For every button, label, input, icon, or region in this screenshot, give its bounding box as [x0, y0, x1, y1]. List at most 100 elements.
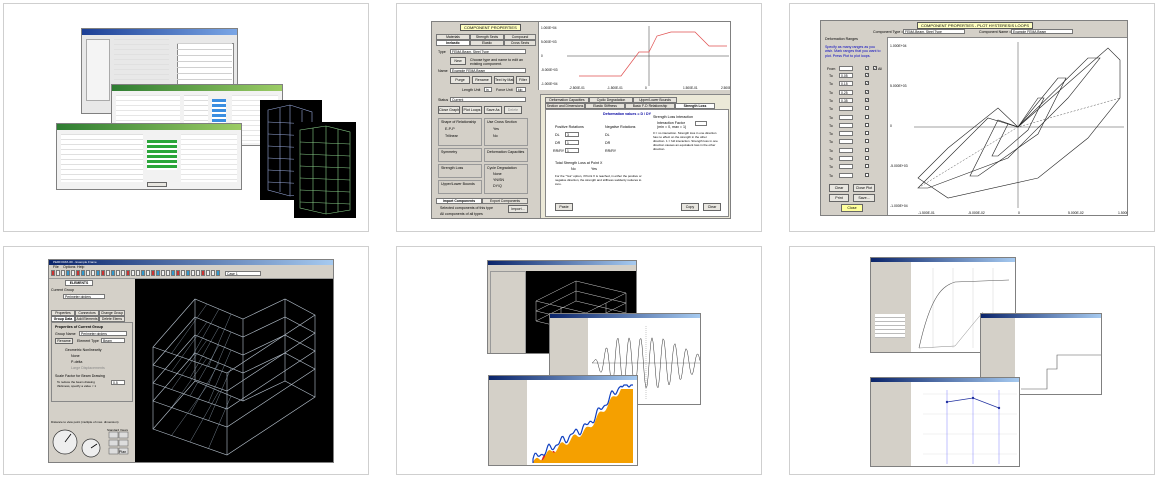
range-to-field[interactable] [839, 139, 853, 145]
toolbar-icon[interactable] [51, 270, 55, 276]
type-select[interactable]: FEMA Beam, Steel Type [450, 49, 526, 54]
shape-option-epp[interactable]: E-P-P [445, 127, 455, 131]
toolbar-icon[interactable] [106, 270, 110, 276]
toolbar-icon[interactable] [136, 270, 140, 276]
geom-large[interactable]: Large Displacements [71, 366, 105, 370]
tab-cross-sects[interactable]: Cross Sects [504, 40, 536, 46]
force-unit-field[interactable]: kip [516, 87, 526, 92]
range-checkbox[interactable] [865, 164, 869, 169]
range-to-field[interactable] [839, 164, 853, 170]
range-checkbox[interactable] [865, 172, 869, 177]
import-option-all[interactable]: All components of all types [440, 212, 483, 216]
range-to-field[interactable] [839, 106, 853, 112]
toolbar-icon[interactable] [126, 270, 130, 276]
toolbar-icon[interactable] [176, 270, 180, 276]
toolbar-icon[interactable] [186, 270, 190, 276]
close-graph-button[interactable]: Close Graph [438, 106, 460, 114]
text-by-mat-button[interactable]: Text by Mat. [494, 76, 514, 84]
from-checkbox[interactable]: ✓ [865, 66, 869, 70]
toolbar-icon[interactable] [96, 270, 100, 276]
interaction-factor-field[interactable] [695, 121, 707, 126]
range-checkbox[interactable] [865, 156, 869, 160]
range-checkbox[interactable] [865, 139, 869, 144]
toolbar-icon[interactable] [166, 270, 170, 276]
range-to-field[interactable] [839, 122, 853, 128]
cross-yes[interactable]: Yes [493, 127, 499, 131]
dr-pos-field[interactable]: 1 [565, 140, 579, 145]
close-plot-button[interactable]: Close Plot [853, 184, 875, 192]
toolbar-icon[interactable] [156, 270, 160, 276]
name-select[interactable]: Example FEMA Beam [450, 68, 526, 73]
toolbar-icon[interactable] [141, 270, 145, 276]
import-option-selected[interactable]: Selected components of this type [440, 206, 493, 210]
dl-pos-field[interactable]: 3 [565, 132, 579, 137]
toolbar-icon[interactable] [66, 270, 70, 276]
toolbar-icon[interactable] [151, 270, 155, 276]
total-loss-no[interactable]: No [571, 167, 576, 171]
toolbar-icon[interactable] [81, 270, 85, 276]
copy-button[interactable]: Copy [681, 203, 699, 211]
toolbar-icon[interactable] [116, 270, 120, 276]
toolbar-icon[interactable] [161, 270, 165, 276]
geom-none[interactable]: None [71, 354, 80, 358]
length-unit-field[interactable]: in [484, 87, 492, 92]
range-to-field[interactable]: 0.05 [839, 73, 853, 78]
elements-tab[interactable]: ELEMENTS [65, 280, 93, 286]
range-checkbox[interactable] [865, 106, 869, 111]
toolbar-icon[interactable] [121, 270, 125, 276]
toolbar-icon[interactable] [211, 270, 215, 276]
delete-button[interactable]: Delete [504, 106, 522, 114]
tab-export-components[interactable]: Export Components [482, 198, 528, 204]
group-name-field[interactable]: Perimeter girders [79, 331, 127, 336]
range-checkbox[interactable]: ✓ [865, 73, 869, 77]
toolbar-icon[interactable] [206, 270, 210, 276]
toolbar-icon[interactable] [201, 270, 205, 276]
cross-no[interactable]: No [493, 134, 498, 138]
tab-inelastic[interactable]: Inelastic [436, 40, 470, 46]
close-button[interactable]: Close [841, 204, 863, 212]
range-to-field[interactable]: 0.25 [839, 89, 853, 95]
range-checkbox[interactable]: ✓ [865, 81, 869, 86]
toolbar-icon[interactable] [71, 270, 75, 276]
toolbar-icon[interactable] [101, 270, 105, 276]
toolbar-icon[interactable] [76, 270, 80, 276]
range-to-field[interactable] [839, 172, 853, 178]
range-checkbox[interactable]: ✓ [865, 97, 869, 102]
range-checkbox[interactable] [865, 122, 869, 127]
toolbar-icon[interactable] [146, 270, 150, 276]
toolbar-icon[interactable] [111, 270, 115, 276]
toolbar-icon[interactable] [131, 270, 135, 276]
toolbar-icon[interactable] [196, 270, 200, 276]
toolbar-icon[interactable] [181, 270, 185, 276]
clear-button[interactable]: Clear [829, 184, 849, 192]
range-checkbox[interactable] [865, 147, 869, 152]
toolbar-icon[interactable] [86, 270, 90, 276]
range-checkbox[interactable]: ✓ [865, 89, 869, 94]
purge-button[interactable]: Purge [450, 76, 470, 84]
cyclic-dyq[interactable]: DY/Q [493, 184, 502, 188]
all-checkbox[interactable]: ✓ [873, 66, 877, 70]
import-button[interactable]: Import... [508, 205, 528, 213]
range-to-field[interactable] [839, 114, 853, 120]
rename-button[interactable]: Rename [472, 76, 492, 84]
print-button[interactable]: Print [829, 194, 849, 202]
range-to-field[interactable] [839, 131, 853, 137]
range-to-field[interactable]: 0.35 [839, 97, 853, 103]
plot-loops-button[interactable]: Plot Loops [462, 106, 482, 114]
range-checkbox[interactable] [865, 131, 869, 136]
save-as-button[interactable]: Save As [484, 106, 502, 114]
toolbar-icon[interactable] [171, 270, 175, 276]
shape-option-trilinear[interactable]: Trilinear [445, 134, 458, 138]
cyclic-ynsn[interactable]: YN/SN [493, 178, 504, 182]
filter-button[interactable]: Filter [516, 76, 530, 84]
toolbar-icon[interactable] [61, 270, 65, 276]
scale-factor-field[interactable]: 0.5 [111, 380, 125, 385]
range-to-field[interactable]: 0.15 [839, 81, 853, 87]
tab-import-components[interactable]: Import Components [436, 198, 482, 204]
load-case-select[interactable]: Case 1 [225, 271, 261, 276]
toolbar-icon[interactable] [91, 270, 95, 276]
toolbar-icon[interactable] [191, 270, 195, 276]
geom-pdelta[interactable]: P-delta [71, 360, 82, 364]
total-loss-yes[interactable]: Yes [591, 167, 597, 171]
new-button[interactable]: New [450, 57, 466, 65]
